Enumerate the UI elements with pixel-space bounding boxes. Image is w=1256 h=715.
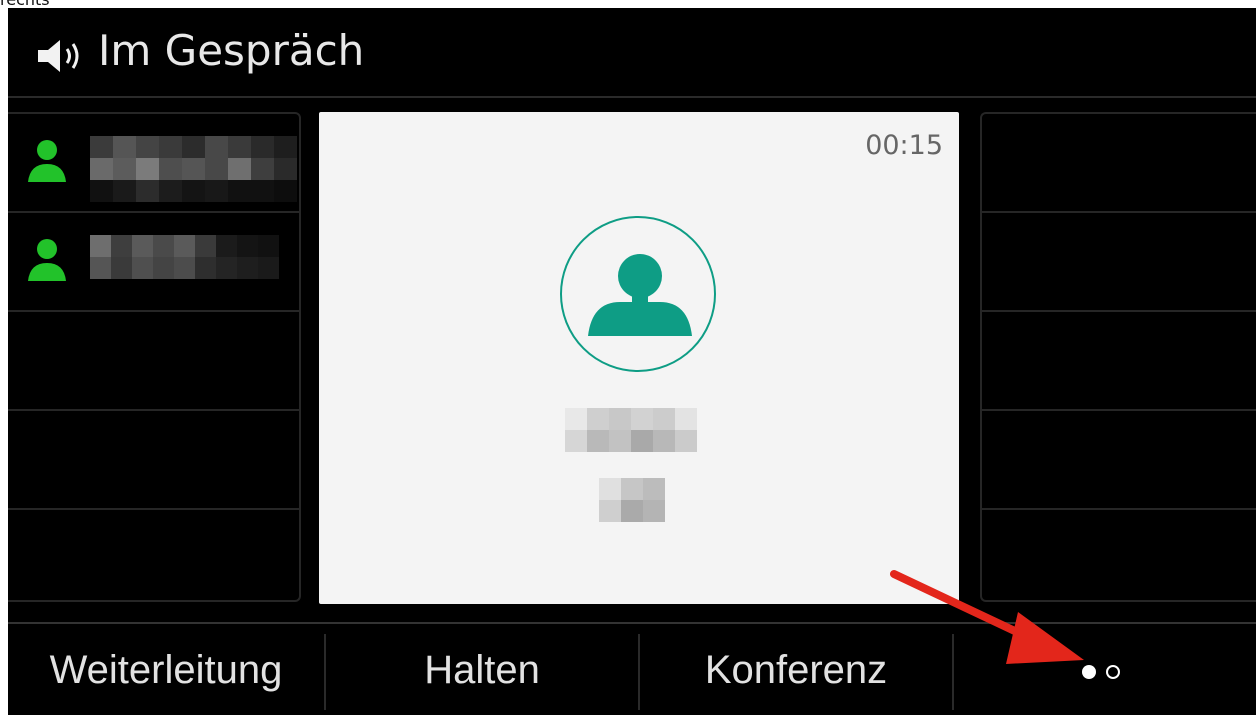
line-key[interactable] <box>8 213 299 312</box>
status-header: Im Gespräch <box>8 8 1256 98</box>
phone-screen: Im Gespräch 00:15 Weiterleitung Halten K… <box>8 8 1256 715</box>
person-icon <box>588 254 692 336</box>
blurred-contact-number <box>90 235 279 283</box>
line-key[interactable] <box>8 510 299 607</box>
line-keys-right <box>980 112 1256 602</box>
caller-avatar <box>560 216 716 372</box>
blurred-caller-name <box>565 408 697 452</box>
forward-softkey[interactable]: Weiterleitung <box>8 624 324 715</box>
person-icon <box>28 140 66 182</box>
line-key[interactable] <box>8 312 299 411</box>
line-key[interactable] <box>8 411 299 510</box>
person-icon <box>28 239 66 281</box>
call-status-title: Im Gespräch <box>98 26 365 75</box>
page-dot-inactive <box>1106 665 1120 679</box>
hold-softkey[interactable]: Halten <box>326 624 638 715</box>
contact-entry[interactable] <box>20 235 290 285</box>
line-key[interactable] <box>8 114 299 213</box>
line-keys-left <box>8 112 301 602</box>
active-call-card: 00:15 <box>319 112 959 604</box>
speaker-icon <box>38 40 79 72</box>
blurred-caller-number <box>599 478 665 522</box>
line-key[interactable] <box>982 114 1256 213</box>
red-arrow-annotation <box>890 570 1084 664</box>
line-key[interactable] <box>982 312 1256 411</box>
call-duration: 00:15 <box>865 130 943 161</box>
contact-entry[interactable] <box>20 136 297 202</box>
cropped-caption-fragment: rechts <box>0 0 50 9</box>
line-key[interactable] <box>982 411 1256 510</box>
blurred-contact-name <box>90 136 297 202</box>
line-key[interactable] <box>982 213 1256 312</box>
